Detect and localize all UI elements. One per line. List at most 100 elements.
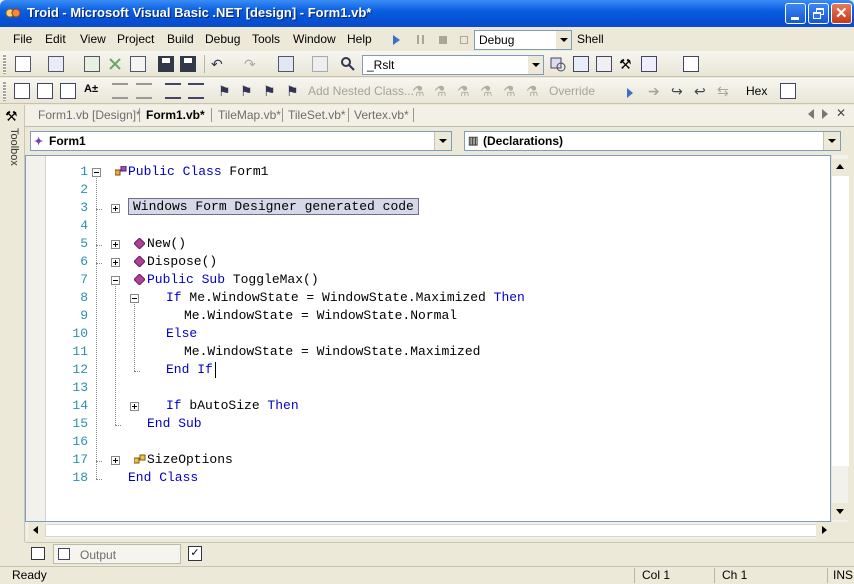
code-line[interactable]: Public Class Form1	[128, 164, 268, 179]
class-name-dropdown[interactable]: ✦ Form1	[30, 131, 452, 151]
redo-icon[interactable]: ↷	[244, 56, 260, 72]
expand-outline-icon[interactable]	[130, 402, 139, 411]
save-icon[interactable]	[158, 56, 174, 72]
close-button[interactable]: ✕	[831, 3, 852, 24]
code-line[interactable]: End If	[166, 362, 213, 377]
close-document-icon[interactable]: ✕	[836, 106, 846, 120]
code-line[interactable]: Else	[166, 326, 197, 341]
next-bookmark-icon[interactable]: ⚑	[240, 83, 256, 99]
undo-icon[interactable]: ↶	[211, 56, 227, 72]
horizontal-scrollbar[interactable]	[26, 522, 833, 539]
scroll-left-button[interactable]	[28, 522, 45, 539]
clear-bookmarks-icon[interactable]: ⚑	[286, 83, 302, 99]
complete-word-icon[interactable]: A±	[84, 83, 100, 99]
toolbox-tab[interactable]: Toolbox	[4, 128, 20, 178]
save-all-icon[interactable]	[180, 56, 196, 72]
add-field-icon[interactable]: ⚗	[457, 83, 473, 99]
object-browser-icon[interactable]	[596, 56, 612, 72]
parameter-info-icon[interactable]	[37, 83, 53, 99]
menu-project[interactable]: Project	[117, 32, 154, 46]
add-component-icon[interactable]	[107, 56, 123, 72]
shell-label[interactable]: Shell	[577, 32, 604, 46]
start-icon[interactable]	[393, 35, 400, 45]
vertical-scrollbar[interactable]	[831, 155, 849, 522]
step-out-icon[interactable]: ↩	[694, 83, 710, 99]
start-page-icon[interactable]	[683, 56, 699, 72]
scrollbar-thumb[interactable]	[45, 524, 817, 537]
expand-outline-icon[interactable]	[111, 204, 120, 213]
toolbar-grip[interactable]	[3, 54, 6, 74]
quick-info-icon[interactable]	[60, 83, 76, 99]
scroll-tabs-right-icon[interactable]	[822, 109, 828, 119]
decrease-indent-icon[interactable]	[112, 83, 128, 99]
solution-config-dropdown[interactable]: Debug	[474, 30, 572, 50]
collapse-outline-icon[interactable]	[130, 294, 139, 303]
tab-form1-design[interactable]: Form1.vb [Design]*	[38, 108, 141, 122]
menu-edit[interactable]: Edit	[45, 32, 66, 46]
navigate-back-icon[interactable]	[278, 56, 294, 72]
add-constructor-icon[interactable]: ⚗	[526, 83, 542, 99]
step-over-icon[interactable]: ↪	[671, 83, 687, 99]
restore-button[interactable]	[808, 3, 829, 24]
code-area[interactable]: 1 Public Class Form1 2 3 Windows Form Design…	[26, 156, 831, 521]
tab-tileset[interactable]: TileSet.vb*	[288, 108, 346, 122]
toolbox-icon[interactable]: ⚒	[619, 56, 635, 72]
continue-icon[interactable]	[627, 88, 633, 98]
comment-lines-icon[interactable]	[165, 83, 181, 99]
scrollbar-thumb[interactable]	[832, 176, 849, 466]
expand-outline-icon[interactable]	[111, 240, 120, 249]
expand-outline-icon[interactable]	[111, 258, 120, 267]
toolbox-icon[interactable]: ⚒	[5, 108, 18, 125]
scroll-down-button[interactable]	[832, 503, 849, 520]
scroll-up-button[interactable]	[832, 159, 849, 176]
code-line[interactable]: Me.WindowState = WindowState.Normal	[184, 308, 457, 323]
code-line[interactable]: Dispose()	[147, 254, 217, 269]
menu-window[interactable]: Window	[293, 32, 336, 46]
add-event-icon[interactable]: ⚗	[480, 83, 496, 99]
app-icon[interactable]	[5, 6, 21, 21]
toggle-bookmark-icon[interactable]: ⚑	[218, 83, 234, 99]
code-line[interactable]: Public Sub ToggleMax()	[147, 272, 319, 287]
breakpoints-icon[interactable]: ⇆	[717, 83, 733, 99]
new-project-icon[interactable]	[15, 56, 31, 72]
add-nested-class-button[interactable]: Add Nested Class...	[308, 84, 414, 98]
restart-icon[interactable]	[460, 36, 468, 44]
find-in-files-icon[interactable]	[340, 56, 356, 72]
menu-help[interactable]: Help	[347, 32, 372, 46]
solution-explorer-icon[interactable]	[550, 56, 566, 72]
menu-build[interactable]: Build	[167, 32, 194, 46]
code-line[interactable]: New()	[147, 236, 186, 251]
uncomment-lines-icon[interactable]	[188, 83, 204, 99]
menu-tools[interactable]: Tools	[252, 32, 280, 46]
code-line[interactable]: Me.WindowState = WindowState.Maximized	[184, 344, 480, 359]
increase-indent-icon[interactable]	[136, 83, 152, 99]
tab-vertex[interactable]: Vertex.vb*	[354, 108, 409, 122]
collapse-outline-icon[interactable]	[111, 276, 120, 285]
add-class-icon[interactable]	[84, 56, 100, 72]
command-window-icon[interactable]	[31, 547, 45, 560]
minimize-button[interactable]	[785, 3, 806, 24]
code-line[interactable]: If bAutoSize Then	[166, 398, 299, 413]
expand-outline-icon[interactable]	[111, 456, 120, 465]
add-method-icon[interactable]: ⚗	[412, 83, 428, 99]
method-name-dropdown[interactable]: ▥ (Declarations)	[464, 131, 841, 151]
collapse-outline-icon[interactable]	[92, 168, 101, 177]
debug-windows-icon[interactable]	[780, 83, 796, 99]
code-line[interactable]: SizeOptions	[147, 452, 233, 467]
find-combo[interactable]: _Rslt	[362, 55, 544, 75]
tab-tilemap[interactable]: TileMap.vb*	[218, 108, 281, 122]
code-line[interactable]: End Sub	[147, 416, 202, 431]
scroll-right-button[interactable]	[816, 522, 833, 539]
tab-form1-code[interactable]: Form1.vb*	[146, 108, 205, 122]
previous-bookmark-icon[interactable]: ⚑	[263, 83, 279, 99]
scroll-tabs-left-icon[interactable]	[808, 109, 814, 119]
class-view-icon[interactable]	[641, 56, 657, 72]
override-button[interactable]: Override	[549, 84, 595, 98]
menu-file[interactable]: File	[13, 32, 32, 46]
display-object-member-list-icon[interactable]	[14, 83, 30, 99]
toolbar-grip[interactable]	[3, 81, 6, 101]
hex-toggle[interactable]: Hex	[746, 84, 767, 98]
menu-debug[interactable]: Debug	[205, 32, 240, 46]
open-file-icon[interactable]	[130, 56, 146, 72]
menu-view[interactable]: View	[80, 32, 106, 46]
